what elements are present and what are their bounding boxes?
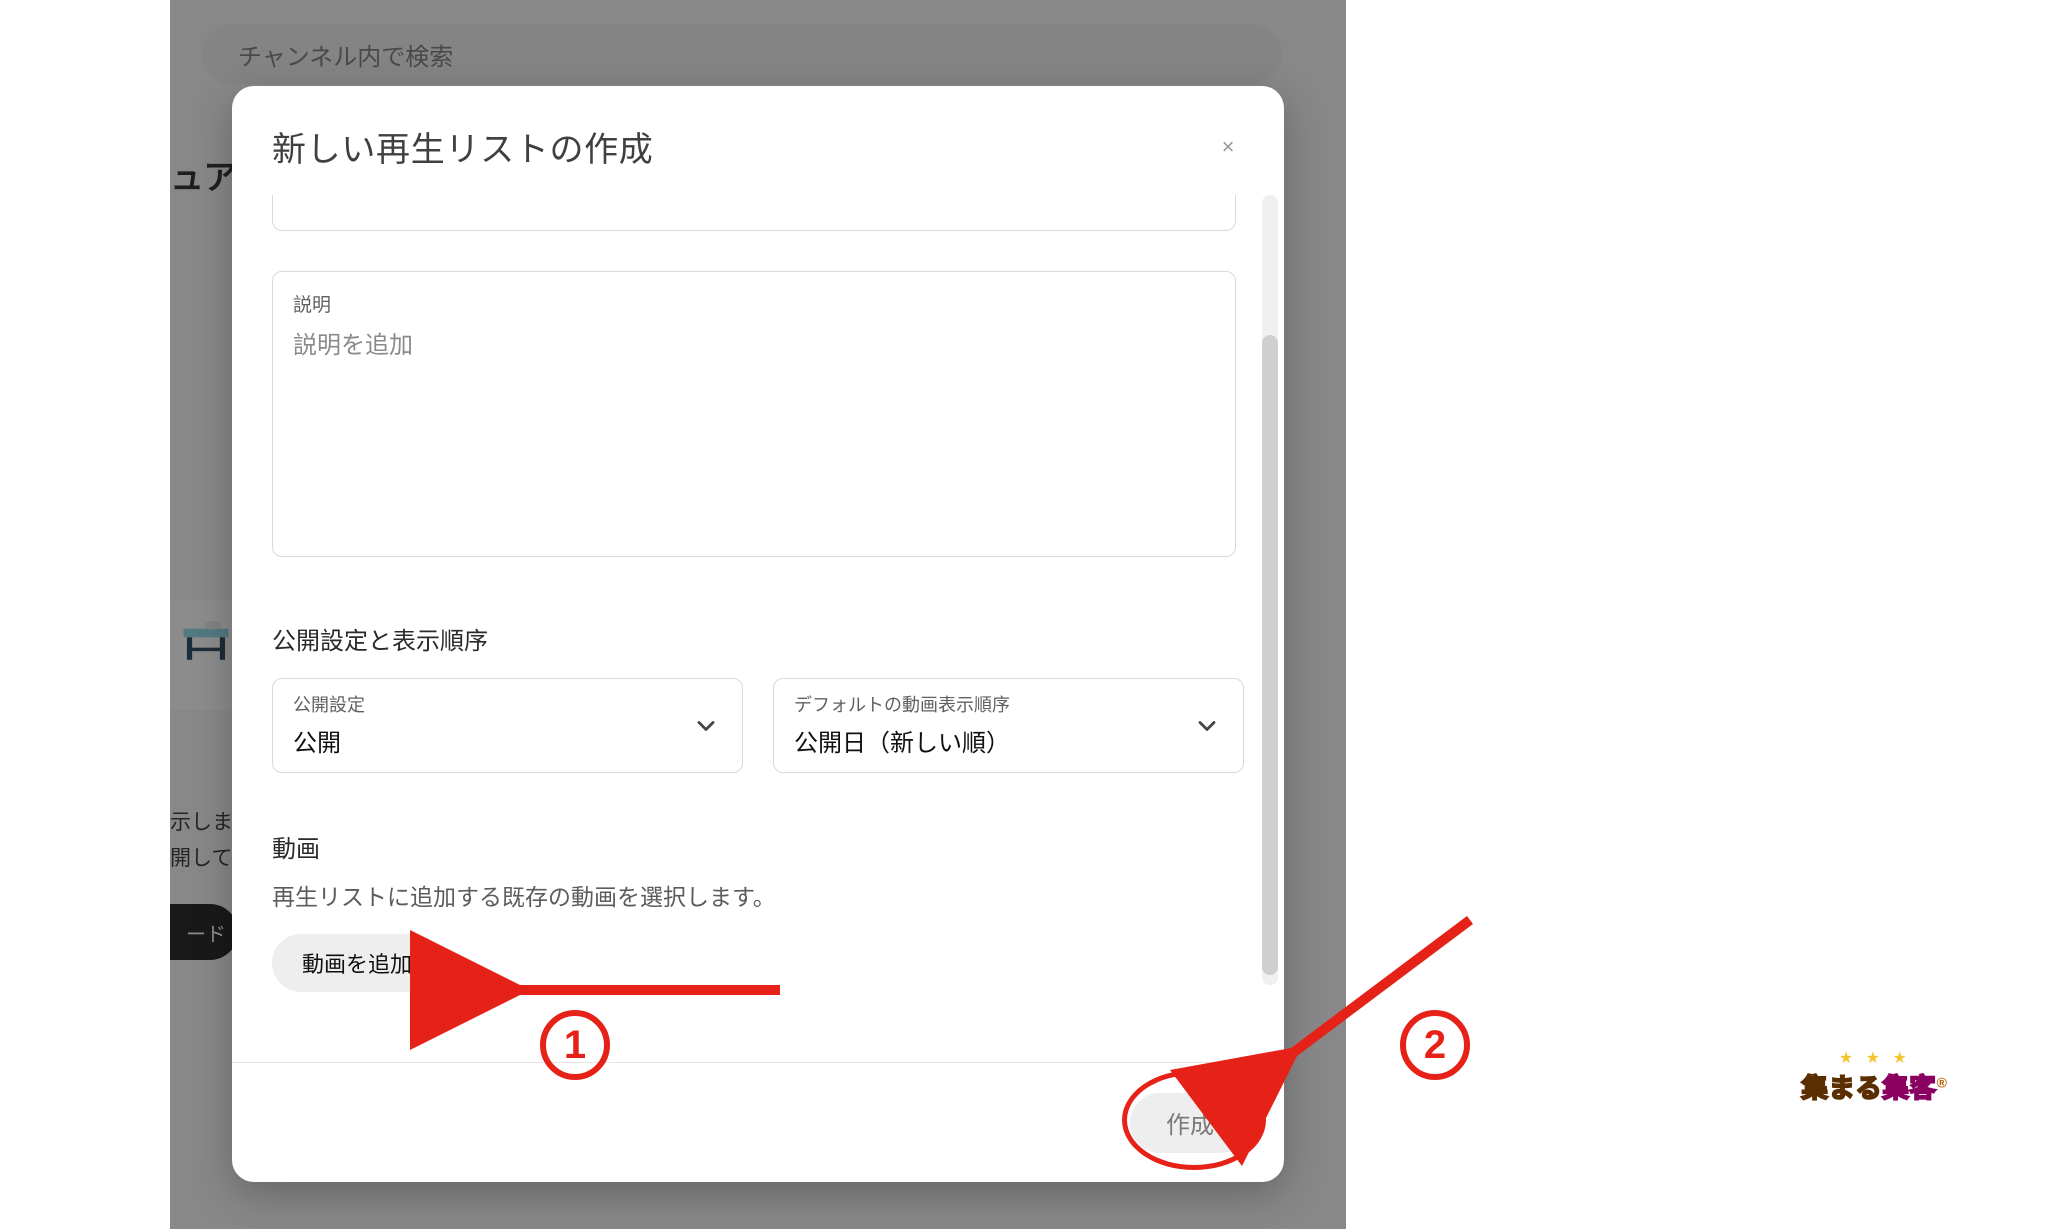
- dialog-title: 新しい再生リストの作成: [272, 122, 653, 171]
- close-button[interactable]: ×: [1212, 131, 1244, 163]
- videos-section-heading: 動画: [272, 829, 1244, 864]
- dialog-header: 新しい再生リストの作成 ×: [232, 86, 1284, 195]
- order-select[interactable]: デフォルトの動画表示順序 公開日（新しい順）: [773, 678, 1244, 773]
- visibility-section-heading: 公開設定と表示順序: [272, 621, 1244, 656]
- chevron-down-icon: [1193, 712, 1221, 740]
- visibility-select-label: 公開設定: [293, 691, 722, 717]
- chevron-down-icon: [692, 712, 720, 740]
- brand-text-left: 集まる: [1802, 1073, 1883, 1103]
- brand-registered: ®: [1937, 1074, 1948, 1090]
- playlist-title-input[interactable]: [272, 195, 1236, 231]
- scrollbar-thumb[interactable]: [1262, 335, 1278, 975]
- annotation-arrow-2: [1250, 900, 1510, 1100]
- create-button[interactable]: 作成: [1130, 1093, 1250, 1153]
- order-select-label: デフォルトの動画表示順序: [794, 691, 1223, 717]
- brand-stamp: ★ ★ ★ 集まる集客®: [1802, 1048, 1948, 1105]
- visibility-select[interactable]: 公開設定 公開: [272, 678, 743, 773]
- dialog-body: 説明 説明を追加 公開設定と表示順序 公開設定 公開 デフォルトの動画表示順序 …: [232, 195, 1284, 1062]
- add-video-button[interactable]: 動画を追加: [272, 934, 442, 992]
- brand-text-right: 集客: [1883, 1073, 1937, 1103]
- description-label: 説明: [293, 290, 1215, 317]
- selects-row: 公開設定 公開 デフォルトの動画表示順序 公開日（新しい順）: [272, 678, 1244, 773]
- annotation-arrow-1: [470, 960, 790, 1020]
- close-icon: ×: [1222, 134, 1235, 160]
- description-placeholder: 説明を追加: [293, 325, 1215, 360]
- visibility-select-value: 公開: [293, 723, 722, 758]
- brand-stars-icon: ★ ★ ★: [1802, 1048, 1948, 1068]
- playlist-description-input[interactable]: 説明 説明を追加: [272, 271, 1236, 557]
- videos-section-helper: 再生リストに追加する既存の動画を選択します。: [272, 878, 1244, 912]
- dialog-footer: 作成: [232, 1062, 1284, 1182]
- order-select-value: 公開日（新しい順）: [794, 723, 1223, 758]
